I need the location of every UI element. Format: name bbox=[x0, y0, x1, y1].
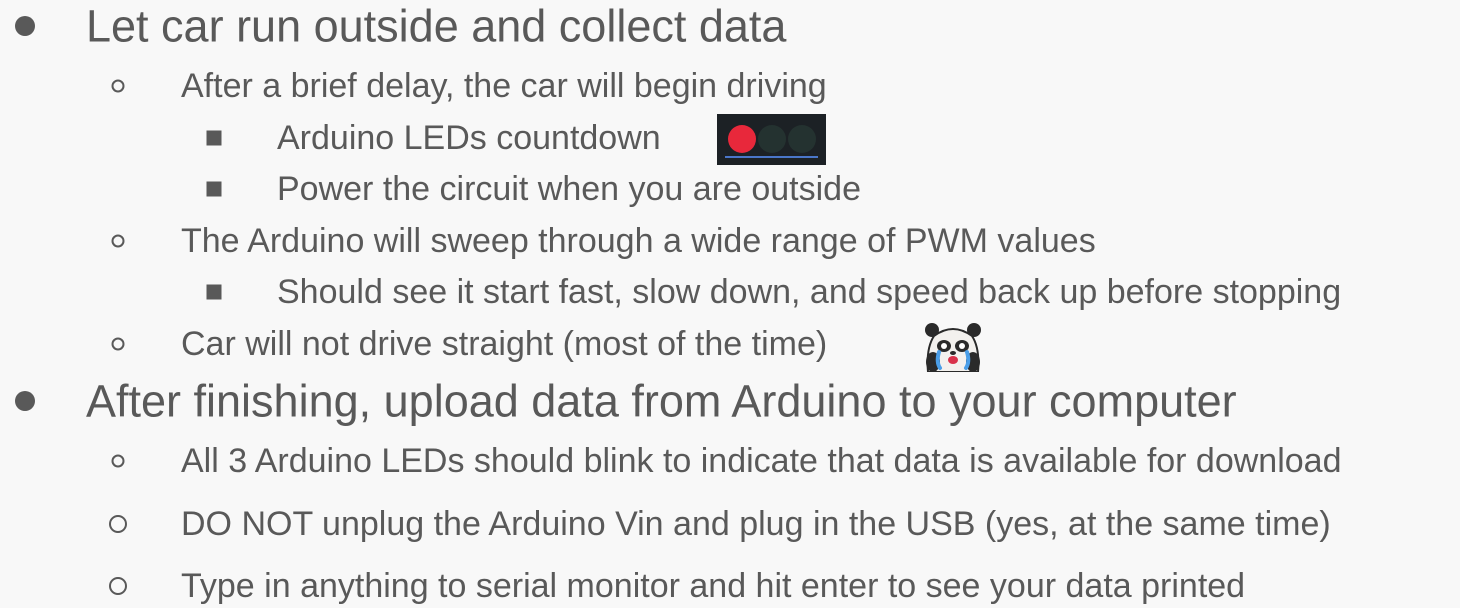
bullet-level2-leds-blink: All 3 Arduino LEDs should blink to indic… bbox=[0, 436, 1460, 486]
bullet-level3-power-circuit: Power the circuit when you are outside bbox=[0, 164, 1460, 214]
bullet-text: Power the circuit when you are outside bbox=[277, 170, 861, 208]
bullet-text: All 3 Arduino LEDs should blink to indic… bbox=[181, 442, 1342, 480]
crying-panda-emoji-icon bbox=[925, 323, 981, 372]
bullet-level2-pwm-sweep: The Arduino will sweep through a wide ra… bbox=[0, 216, 1460, 266]
bullet-text: Type in anything to serial monitor and h… bbox=[181, 567, 1246, 605]
bullet-text: DO NOT unplug the Arduino Vin and plug i… bbox=[181, 505, 1331, 543]
circle-bullet-icon bbox=[111, 234, 125, 248]
bullet-text: After a brief delay, the car will begin … bbox=[181, 67, 827, 105]
circle-bullet-icon bbox=[111, 454, 125, 468]
disc-bullet-icon bbox=[15, 391, 35, 411]
bullet-text: Arduino LEDs countdown bbox=[277, 119, 661, 157]
disc-bullet-icon bbox=[15, 16, 35, 36]
bullet-level1-collect-data: Let car run outside and collect data bbox=[0, 0, 1460, 56]
off-led-icon bbox=[788, 125, 816, 153]
bullet-text: Should see it start fast, slow down, and… bbox=[277, 273, 1342, 311]
led-underline bbox=[725, 156, 818, 158]
red-led-icon bbox=[728, 125, 756, 153]
square-bullet-icon bbox=[206, 130, 222, 146]
circle-bullet-icon bbox=[109, 577, 127, 595]
bullet-level2-not-straight: Car will not drive straight (most of the… bbox=[0, 319, 1460, 369]
led-countdown-icon bbox=[717, 114, 826, 165]
off-led-icon bbox=[758, 125, 786, 153]
bullet-text: Car will not drive straight (most of the… bbox=[181, 325, 828, 363]
circle-bullet-icon bbox=[111, 337, 125, 351]
bullet-level2-serial-monitor: Type in anything to serial monitor and h… bbox=[0, 564, 1460, 608]
square-bullet-icon bbox=[206, 181, 222, 197]
bullet-text: The Arduino will sweep through a wide ra… bbox=[181, 222, 1096, 260]
bullet-text: Let car run outside and collect data bbox=[86, 0, 787, 52]
bullet-level3-speed-profile: Should see it start fast, slow down, and… bbox=[0, 267, 1460, 317]
circle-bullet-icon bbox=[111, 79, 125, 93]
bullet-level1-upload-data: After finishing, upload data from Arduin… bbox=[0, 371, 1460, 431]
square-bullet-icon bbox=[206, 284, 222, 300]
circle-bullet-icon bbox=[109, 515, 127, 533]
bullet-level2-do-not-unplug: DO NOT unplug the Arduino Vin and plug i… bbox=[0, 499, 1460, 549]
bullet-text: After finishing, upload data from Arduin… bbox=[86, 375, 1237, 427]
bullet-level2-brief-delay: After a brief delay, the car will begin … bbox=[0, 61, 1460, 111]
